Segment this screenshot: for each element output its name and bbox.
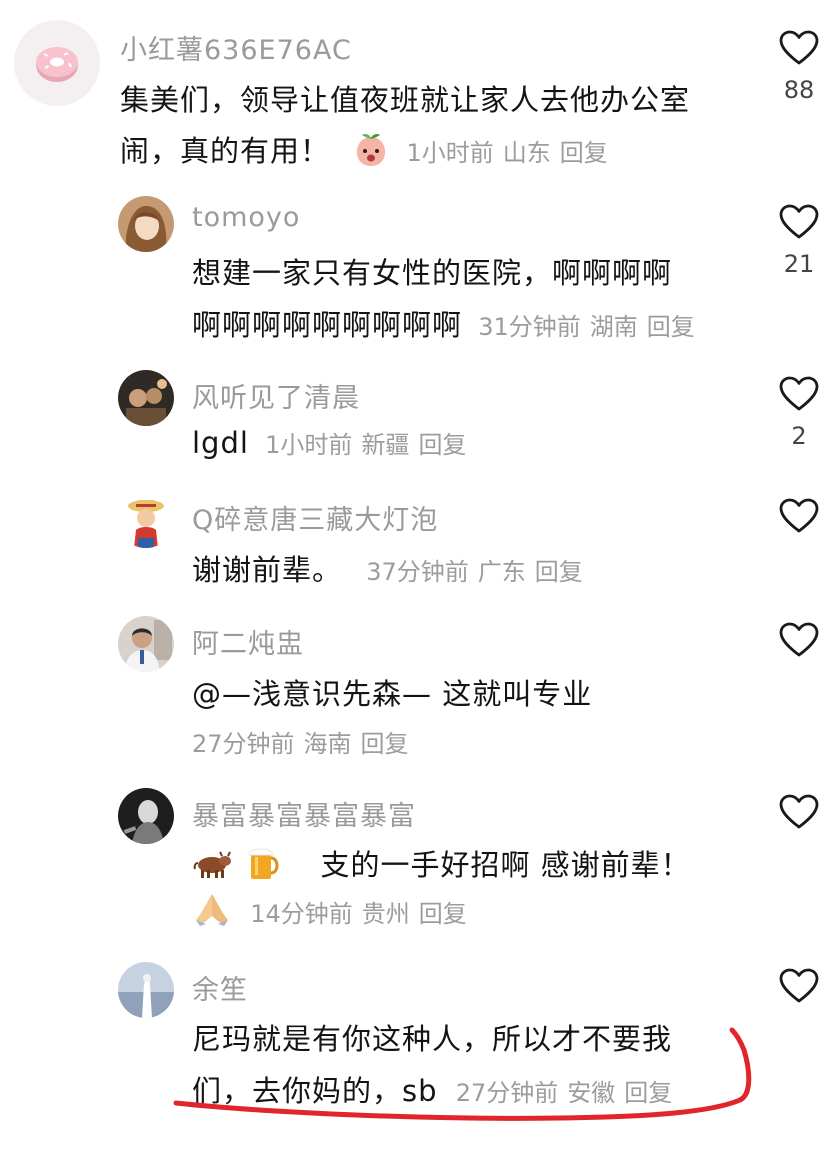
comment-text: 们，去你妈的，sb <box>192 1074 438 1108</box>
comment-item: 风听见了清晨 lgdl 1小时前 新疆 回复 2 <box>0 370 834 470</box>
comment-time: 14分钟前 <box>250 900 353 928</box>
like-button[interactable] <box>768 498 830 544</box>
reply-button[interactable]: 回复 <box>560 139 608 167</box>
avatar[interactable] <box>118 370 174 426</box>
avatar[interactable] <box>118 788 174 844</box>
comment-meta: 1小时前 山东 回复 <box>406 139 616 167</box>
avatar-image <box>118 492 174 548</box>
peach-face-icon <box>357 134 386 166</box>
comment-time: 1小时前 <box>265 431 353 459</box>
like-button[interactable]: 2 <box>768 376 830 450</box>
heart-icon <box>779 204 819 240</box>
comment-text-line2: 啊啊啊啊啊啊啊啊啊 31分钟前 湖南 回复 <box>192 302 704 344</box>
username[interactable]: 阿二炖盅 <box>192 622 304 661</box>
comment-item: 阿二炖盅 @—浅意识先森— 这就叫专业 27分钟前 海南 回复 <box>0 616 834 766</box>
comment-text-line1: 支的一手好招啊 感谢前辈！ <box>192 842 691 884</box>
comment-time: 27分钟前 <box>192 730 295 758</box>
comment-item: Q碎意唐三藏大灯泡 谢谢前辈。 37分钟前 广东 回复 <box>0 492 834 592</box>
username[interactable]: 小红薯636E76AC <box>120 28 352 67</box>
comment-item: 余笙 尼玛就是有你这种人，所以才不要我 们，去你妈的，sb 27分钟前 安徽 回复 <box>0 962 834 1112</box>
comment-meta: 37分钟前 广东 回复 <box>366 558 592 586</box>
comment-text-line1: lgdl 1小时前 新疆 回复 <box>192 425 475 460</box>
comment-text: 想建一家只有女性的医院，啊啊啊啊 <box>192 256 673 290</box>
like-count: 88 <box>783 76 815 104</box>
avatar-image <box>118 788 174 844</box>
comment-text: 啊啊啊啊啊啊啊啊啊 <box>192 308 463 342</box>
like-count: 21 <box>783 250 815 278</box>
comment-item: 小红薯636E76AC 集美们，领导让值夜班就让家人去他办公室 闹，真的有用！ … <box>0 20 834 180</box>
avatar[interactable] <box>118 492 174 548</box>
like-button[interactable]: 21 <box>768 204 830 278</box>
comment-meta: 27分钟前 安徽 回复 <box>456 1079 682 1107</box>
cow-icon <box>193 851 231 878</box>
comment-text-line1: 谢谢前辈。 37分钟前 广东 回复 <box>192 547 592 589</box>
heart-icon <box>779 794 819 830</box>
heart-icon <box>779 498 819 534</box>
comment-meta: 31分钟前 湖南 回复 <box>478 313 704 341</box>
comment-location: 广东 <box>477 558 526 586</box>
like-button[interactable]: 88 <box>768 30 830 104</box>
heart-icon <box>779 376 819 412</box>
comment-location: 新疆 <box>361 431 410 459</box>
comment-text-line2: 闹，真的有用！ 1小时前 山东 回复 <box>120 128 617 170</box>
like-button[interactable] <box>768 968 830 1014</box>
comment-time: 27分钟前 <box>455 1079 559 1107</box>
username[interactable]: 余笙 <box>192 968 248 1007</box>
comment-meta-line: 27分钟前 海南 回复 <box>192 724 418 759</box>
like-count: 2 <box>791 422 807 450</box>
avatar-image <box>118 196 174 252</box>
comment-text: lgdl <box>192 426 249 460</box>
comment-text: 集美们，领导让值夜班就让家人去他办公室 <box>120 83 691 117</box>
avatar[interactable] <box>118 196 174 252</box>
reply-button[interactable]: 回复 <box>418 431 466 459</box>
avatar[interactable] <box>14 20 100 106</box>
heart-icon <box>779 968 819 1004</box>
comment-meta: 1小时前 新疆 回复 <box>265 431 475 459</box>
comment-text: 闹，真的有用！ <box>120 134 331 168</box>
avatar[interactable] <box>118 616 174 672</box>
reply-button[interactable]: 回复 <box>419 900 467 928</box>
comment-time: 31分钟前 <box>478 313 581 341</box>
comment-text-line2: 们，去你妈的，sb 27分钟前 安徽 回复 <box>192 1068 681 1110</box>
username[interactable]: Q碎意唐三藏大灯泡 <box>192 498 438 537</box>
username[interactable]: tomoyo <box>192 202 300 233</box>
reply-button[interactable]: 回复 <box>647 313 695 341</box>
reply-button[interactable]: 回复 <box>535 558 583 586</box>
username[interactable]: 暴富暴富暴富暴富 <box>192 794 416 833</box>
donut-icon <box>14 20 100 106</box>
avatar-image <box>118 370 174 426</box>
comment-location: 海南 <box>303 730 352 758</box>
comment-text: 尼玛就是有你这种人，所以才不要我 <box>192 1022 673 1056</box>
comment-location: 山东 <box>502 139 551 167</box>
comment-text-line2: 14分钟前 贵州 回复 <box>192 894 476 930</box>
comment-location: 安徽 <box>567 1079 616 1107</box>
like-button[interactable] <box>768 794 830 840</box>
comment-text: 支的一手好招啊 感谢前辈！ <box>320 848 691 882</box>
comment-meta: 14分钟前 贵州 回复 <box>250 900 476 928</box>
comment-item: 暴富暴富暴富暴富 支的一手好招啊 感谢前辈！ 14分钟前 贵州 回复 <box>0 788 834 938</box>
heart-icon <box>779 622 819 658</box>
comment-meta: 27分钟前 海南 回复 <box>192 730 418 758</box>
comment-item: tomoyo 想建一家只有女性的医院，啊啊啊啊 啊啊啊啊啊啊啊啊啊 31分钟前湖… <box>0 196 834 346</box>
avatar-image <box>118 616 174 672</box>
reply-button[interactable]: 回复 <box>624 1079 672 1107</box>
comment-time: 37分钟前 <box>366 558 469 586</box>
beer-icon <box>248 848 279 879</box>
avatar[interactable] <box>118 962 174 1018</box>
like-button[interactable] <box>768 622 830 668</box>
comment-text: 谢谢前辈。 <box>192 553 343 587</box>
comment-text: @—浅意识先森— 这就叫专业 <box>192 677 593 711</box>
avatar-image <box>118 962 174 1018</box>
reply-button[interactable]: 回复 <box>361 730 409 758</box>
comment-location: 贵州 <box>361 900 410 928</box>
praying-hands-icon <box>196 894 228 926</box>
comment-time: 1小时前 <box>406 139 494 167</box>
heart-icon <box>779 30 819 66</box>
comment-location: 湖南 <box>589 313 638 341</box>
username[interactable]: 风听见了清晨 <box>192 376 360 415</box>
